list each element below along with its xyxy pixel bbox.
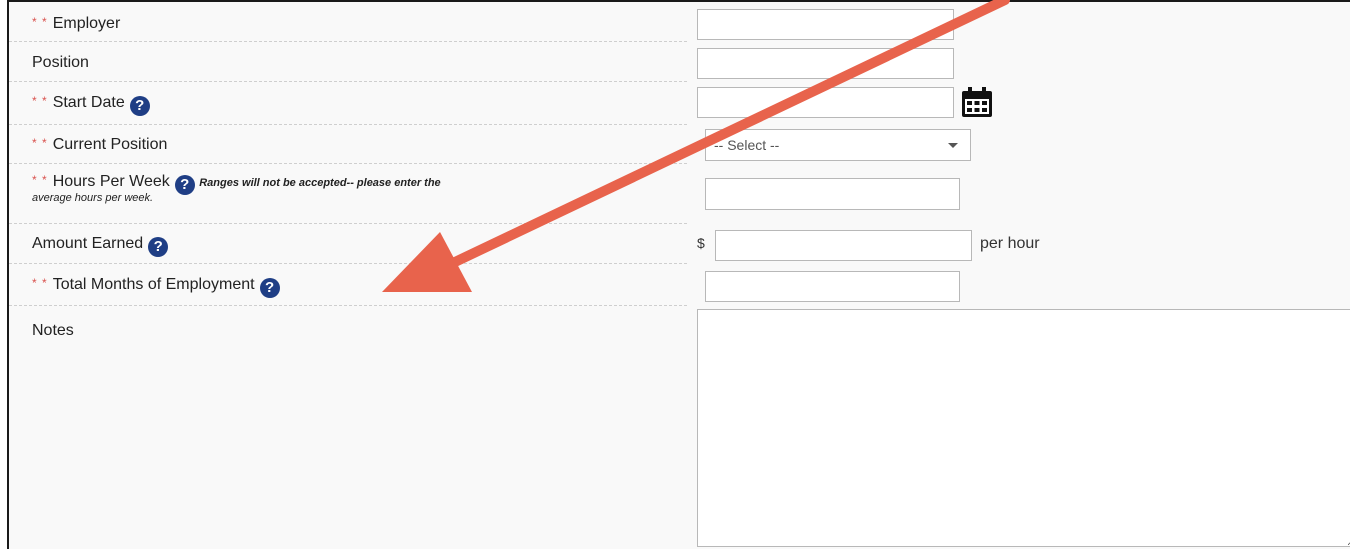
total-months-row: * * Total Months of Employment?: [9, 265, 1350, 306]
per-hour-label: per hour: [980, 235, 1040, 252]
total-months-label: * * Total Months of Employment?: [32, 276, 280, 298]
hours-help-icon[interactable]: ?: [174, 175, 195, 195]
position-input[interactable]: [697, 48, 954, 79]
position-row: Position: [9, 43, 1350, 82]
hours-note-line2: average hours per week.: [32, 192, 154, 204]
position-label: Position: [32, 54, 89, 71]
total-months-input[interactable]: [705, 271, 960, 302]
amount-earned-row: Amount Earned?: [9, 225, 1350, 264]
currency-symbol: $: [697, 235, 705, 251]
employer-row: * * Employer: [9, 6, 1350, 42]
required-marker: * *: [32, 15, 48, 29]
hours-per-week-input[interactable]: [705, 178, 960, 210]
amount-earned-label: Amount Earned?: [32, 235, 169, 257]
current-position-label: * * Current Position: [32, 136, 168, 153]
amount-earned-input[interactable]: [715, 230, 972, 261]
employer-label: * * Employer: [32, 15, 121, 32]
notes-textarea[interactable]: [697, 309, 1350, 547]
start-date-input[interactable]: [697, 87, 954, 118]
chevron-down-icon: [948, 143, 958, 148]
current-position-select[interactable]: -- Select --: [705, 129, 971, 161]
amount-help-icon[interactable]: ?: [148, 237, 169, 257]
notes-label: Notes: [32, 322, 74, 339]
hours-per-week-row: * * Hours Per Week? Ranges will not be ac…: [9, 165, 1350, 224]
hours-note: Ranges will not be accepted-- please ent…: [199, 177, 441, 189]
start-date-row: * * Start Date?: [9, 83, 1350, 125]
start-date-help-icon[interactable]: ?: [129, 96, 150, 116]
employer-input[interactable]: [697, 9, 954, 40]
total-months-help-icon[interactable]: ?: [259, 278, 280, 298]
current-position-row: * * Current Position: [9, 126, 1350, 164]
calendar-icon[interactable]: [960, 85, 994, 119]
start-date-label: * * Start Date?: [32, 94, 150, 116]
